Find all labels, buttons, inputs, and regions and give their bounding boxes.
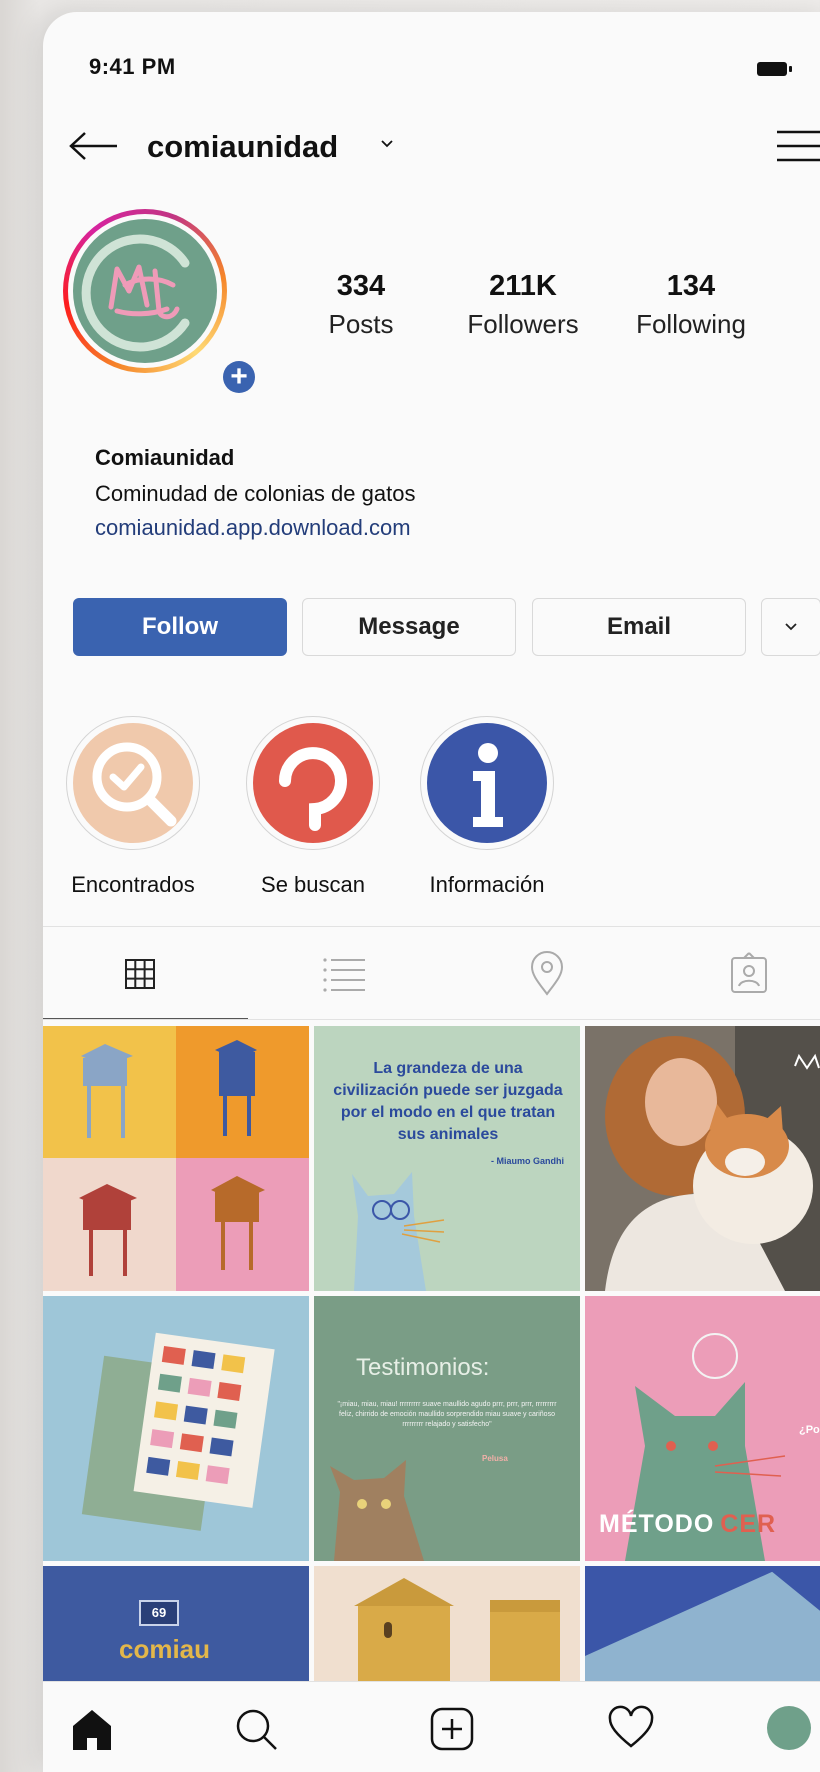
tab-tagged-icon[interactable] <box>724 948 774 998</box>
brand-logo-icon <box>81 234 190 352</box>
activity-heart-icon[interactable] <box>606 1704 656 1754</box>
metodo-word-outline: CER <box>720 1510 777 1538</box>
menu-icon[interactable] <box>775 126 820 166</box>
highlight-encontrados[interactable]: Encontrados <box>65 716 201 898</box>
highlight-label: Se buscan <box>261 872 365 897</box>
highlight-label: Encontrados <box>71 872 195 897</box>
highlight-label: Información <box>429 872 545 897</box>
tab-list-icon[interactable] <box>319 948 369 998</box>
bottom-navigation <box>43 1681 820 1772</box>
metodo-title: MÉTODO CER <box>599 1510 776 1539</box>
new-post-icon[interactable] <box>427 1704 477 1754</box>
posts-label: Posts <box>328 309 394 339</box>
cat-photo <box>330 1460 424 1561</box>
door-sign: comiau <box>119 1634 211 1664</box>
home-icon[interactable] <box>67 1704 117 1754</box>
status-time: 9:41 PM <box>89 54 176 79</box>
post-thumbnail[interactable] <box>585 1566 820 1681</box>
following-count: 134 <box>666 270 716 302</box>
battery-icon <box>757 62 792 76</box>
profile-link[interactable]: comiaunidad.app.download.com <box>95 515 411 541</box>
question-mark-icon <box>279 747 347 831</box>
followers-label: Followers <box>467 309 579 339</box>
divider <box>43 926 820 927</box>
tab-grid-icon[interactable] <box>116 948 166 998</box>
metodo-word: MÉTODO <box>599 1510 715 1538</box>
post-thumbnail[interactable]: La grandeza de una civilización puede se… <box>314 1026 580 1291</box>
post-thumbnail[interactable]: 69 comiau <box>43 1566 309 1681</box>
followers-count: 211K <box>489 270 557 302</box>
door-number: 69 <box>139 1600 179 1626</box>
message-button[interactable]: Message <box>302 598 516 656</box>
profile-avatar-tab[interactable] <box>767 1706 811 1750</box>
profile-name: Comiaunidad <box>95 445 235 470</box>
phone-screen: 9:41 PM comiaunidad + 334 Posts 211K Fol… <box>43 12 820 1772</box>
info-icon <box>473 743 503 827</box>
follow-button[interactable]: Follow <box>73 598 287 656</box>
highlight-se-buscan[interactable]: Se buscan <box>245 716 381 898</box>
plus-icon: + <box>223 361 255 393</box>
back-arrow-icon[interactable] <box>67 130 119 162</box>
post-thumbnail[interactable] <box>43 1296 309 1561</box>
post-thumbnail[interactable] <box>585 1026 820 1291</box>
highlight-cover <box>427 723 547 843</box>
search-check-icon <box>92 742 177 827</box>
avatar <box>73 219 217 363</box>
divider <box>43 1019 820 1020</box>
post-thumbnail[interactable] <box>43 1026 309 1291</box>
metodo-side-text: ¿Por qué <box>799 1424 820 1436</box>
post-thumbnail[interactable]: Testimonios: "¡miau, miau, miau! rrrrrrr… <box>314 1296 580 1561</box>
profile-bio: Cominudad de colonias de gatos <box>95 481 416 506</box>
highlight-cover <box>73 723 193 843</box>
search-icon[interactable] <box>231 1704 281 1754</box>
email-button[interactable]: Email <box>532 598 746 656</box>
posts-count: 334 <box>336 270 386 302</box>
highlight-informacion[interactable]: Información <box>419 716 555 898</box>
avatar-story-ring[interactable] <box>63 209 227 373</box>
post-thumbnail[interactable]: ¿Por qué MÉTODOCER <box>585 1296 820 1561</box>
tab-location-icon[interactable] <box>522 948 572 998</box>
profile-username[interactable]: comiaunidad <box>147 129 338 165</box>
add-story-button[interactable]: + <box>219 357 259 397</box>
followers-stat[interactable]: 211K Followers <box>443 270 603 340</box>
cat-illustration <box>352 1172 445 1291</box>
chevron-down-icon[interactable] <box>379 136 395 152</box>
following-label: Following <box>636 309 746 339</box>
post-thumbnail[interactable] <box>314 1566 580 1681</box>
highlight-cover <box>253 723 373 843</box>
posts-stat[interactable]: 334 Posts <box>309 270 413 340</box>
suggested-dropdown-button[interactable] <box>761 598 820 656</box>
following-stat[interactable]: 134 Following <box>621 270 761 340</box>
chevron-down-icon <box>785 623 797 631</box>
